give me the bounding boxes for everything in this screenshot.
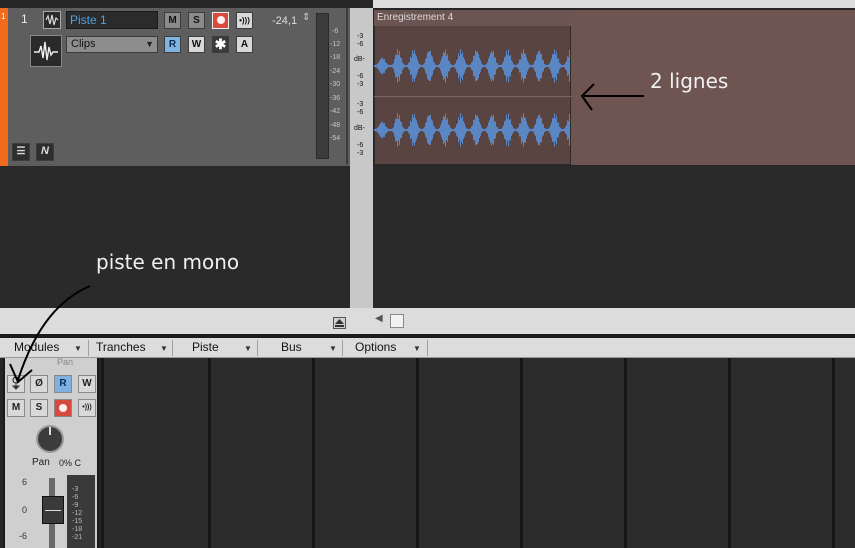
track-indicator: 1 <box>1 12 6 21</box>
chevron-down-icon: ▼ <box>329 344 337 353</box>
track-type-icon[interactable] <box>43 11 61 29</box>
chevron-down-icon: ▼ <box>244 344 252 353</box>
volume-fader-handle[interactable] <box>42 496 64 524</box>
annotation-mono: piste en mono <box>96 250 240 274</box>
menu-separator <box>342 340 343 356</box>
chevron-down-icon: ▼ <box>413 344 421 353</box>
track-color-strip[interactable]: 1 <box>0 8 8 166</box>
annotation-two-lines: 2 lignes <box>650 69 729 93</box>
audio-wave-icon <box>45 14 59 26</box>
input-echo-button[interactable]: A <box>236 36 253 53</box>
clip-waveform <box>374 49 570 147</box>
menu-bus[interactable]: Bus ▼ <box>281 338 343 358</box>
menu-separator <box>172 340 173 356</box>
record-icon <box>216 16 225 24</box>
empty-console-strip <box>728 358 832 548</box>
strip-mute-button[interactable]: M <box>7 399 25 417</box>
scroll-left-icon[interactable]: ◀ <box>375 313 383 324</box>
menu-separator <box>257 340 258 356</box>
track-name-field[interactable]: Piste 1 <box>66 11 158 29</box>
monitor-icon: •))) <box>82 404 92 411</box>
empty-console-strip <box>832 358 855 548</box>
volume-stepper-icon[interactable]: ⇕ <box>302 12 310 23</box>
chevron-down-icon: ▼ <box>145 39 154 49</box>
write-automation-button[interactable]: W <box>188 36 205 53</box>
record-icon <box>59 404 67 412</box>
track-header-panel <box>8 8 348 164</box>
pan-label: Pan <box>32 457 50 468</box>
envelope-icon: N <box>41 145 49 157</box>
empty-console-strip <box>312 358 416 548</box>
annotation-arrow-left <box>580 83 644 111</box>
clip-title: Enregistrement 4 <box>377 12 454 23</box>
scrollbar-thumb[interactable] <box>390 314 404 328</box>
pan-knob-indicator <box>49 427 51 435</box>
menu-piste[interactable]: Piste ▼ <box>192 338 258 358</box>
mute-button[interactable]: M <box>164 12 181 29</box>
menu-options[interactable]: Options ▼ <box>355 338 427 358</box>
empty-console-strip <box>624 358 728 548</box>
horizontal-scrollbar[interactable] <box>0 308 855 334</box>
snowflake-icon: ✱ <box>214 36 227 52</box>
annotation-arrow-down <box>9 285 91 384</box>
waveform-channel-top <box>374 49 570 83</box>
input-monitor-button[interactable]: •))) <box>236 12 253 29</box>
menu-tranches[interactable]: Tranches ▼ <box>96 338 172 358</box>
strip-monitor-button[interactable]: •))) <box>78 399 96 417</box>
empty-console-strip <box>208 358 312 548</box>
solo-button[interactable]: S <box>188 12 205 29</box>
track-icon[interactable] <box>30 35 62 67</box>
empty-console-strip <box>520 358 624 548</box>
freeze-button[interactable]: ✱ <box>212 36 229 53</box>
fader-cap-line <box>45 510 61 511</box>
track-meter <box>316 13 329 159</box>
list-icon: ☰ <box>16 146 26 157</box>
pan-value: 0% C <box>59 458 82 468</box>
strip-record-button[interactable] <box>54 399 72 417</box>
navigator-toggle-button[interactable] <box>333 317 346 329</box>
track-view-label: Clips <box>71 38 96 50</box>
strip-solo-button[interactable]: S <box>30 399 48 417</box>
menu-separator <box>427 340 428 356</box>
chevron-down-icon: ▼ <box>160 344 168 353</box>
read-automation-button[interactable]: R <box>164 36 181 53</box>
waveform-thumbnail-icon <box>34 41 58 61</box>
eject-icon <box>335 319 344 327</box>
volume-readout: -24,1 <box>272 15 298 27</box>
empty-console-strip <box>416 358 520 548</box>
automation-lane-button[interactable]: N <box>36 143 54 161</box>
waveform-channel-bottom <box>374 113 570 147</box>
clip-view-empty-area[interactable] <box>373 166 855 308</box>
track-view-select[interactable]: Clips ▼ <box>66 36 158 53</box>
timeline-ruler[interactable] <box>373 0 855 8</box>
empty-console-strip <box>101 358 208 548</box>
monitor-icon: •))) <box>239 16 250 25</box>
record-arm-button[interactable] <box>212 12 229 29</box>
scale-column-lower <box>350 166 373 308</box>
track-menu-button[interactable]: ☰ <box>12 143 30 161</box>
track-number: 1 <box>21 12 28 26</box>
